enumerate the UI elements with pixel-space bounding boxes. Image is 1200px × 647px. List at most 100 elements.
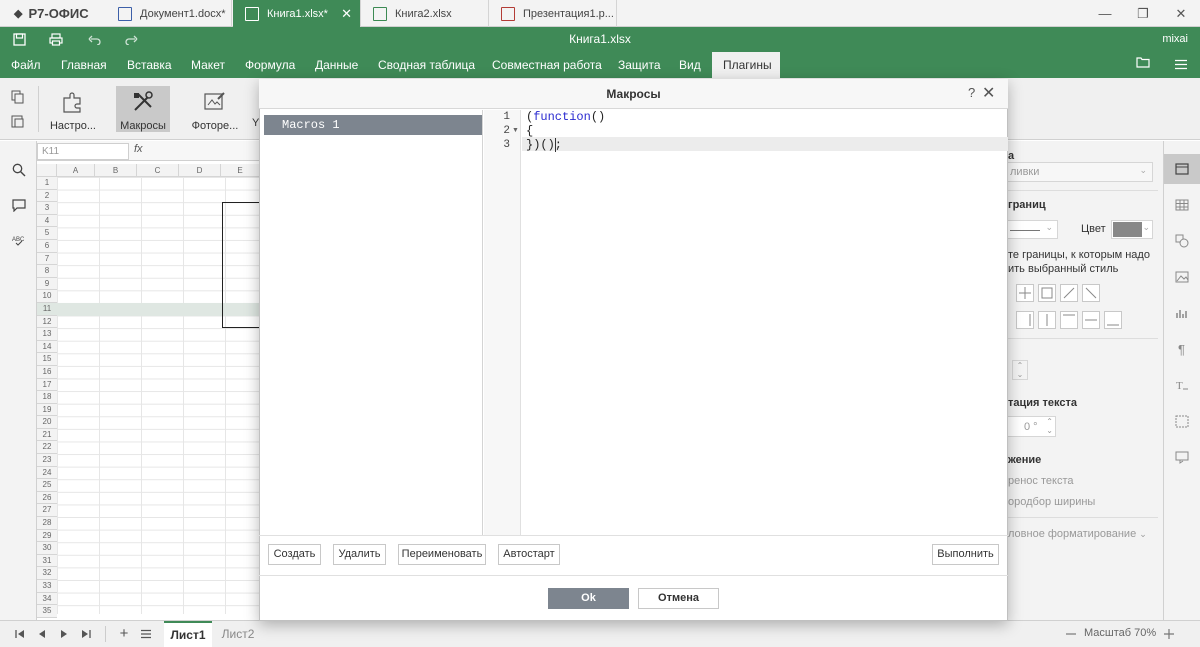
row-header[interactable]: 10 bbox=[37, 290, 57, 303]
row-header[interactable]: 28 bbox=[37, 517, 57, 530]
paragraph-icon[interactable]: ¶ bbox=[1163, 337, 1200, 361]
row-header[interactable]: 29 bbox=[37, 529, 57, 543]
menu-tab-pivot[interactable]: Сводная таблица bbox=[367, 52, 486, 78]
rotation-angle-input[interactable]: 0 ° ⌃ ⌄ bbox=[1008, 416, 1056, 437]
zoom-in-icon[interactable] bbox=[1160, 620, 1178, 647]
row-header[interactable]: 4 bbox=[37, 214, 57, 228]
wrap-text-checkbox[interactable]: ренос текста bbox=[1008, 475, 1073, 487]
shape-settings-icon[interactable] bbox=[1163, 229, 1200, 253]
autofit-checkbox[interactable]: ородбор ширины bbox=[1008, 496, 1095, 508]
row-header[interactable]: 8 bbox=[37, 265, 57, 278]
border-inner-horizontal-icon[interactable] bbox=[1082, 311, 1100, 329]
close-tab-icon[interactable]: ✕ bbox=[341, 6, 352, 22]
row-header[interactable]: 17 bbox=[37, 378, 57, 392]
row-header[interactable]: 31 bbox=[37, 554, 57, 568]
menu-tab-formula[interactable]: Формула bbox=[234, 52, 306, 78]
border-top-icon[interactable] bbox=[1060, 311, 1078, 329]
row-header[interactable]: 1 bbox=[37, 177, 57, 190]
row-header[interactable]: 9 bbox=[37, 277, 57, 291]
zoom-out-icon[interactable] bbox=[1062, 620, 1080, 647]
menu-tab-protection[interactable]: Защита bbox=[607, 52, 672, 78]
border-bottom-icon[interactable] bbox=[1104, 311, 1122, 329]
row-header[interactable]: 27 bbox=[37, 504, 57, 518]
menu-tab-view[interactable]: Вид bbox=[668, 52, 712, 78]
row-header[interactable]: 34 bbox=[37, 592, 57, 606]
macros-button[interactable]: Макросы bbox=[116, 86, 170, 132]
row-header[interactable]: 7 bbox=[37, 252, 57, 266]
row-header[interactable]: 11 bbox=[37, 302, 57, 316]
fold-arrow-icon[interactable]: ▼ bbox=[512, 127, 519, 134]
comments-icon[interactable] bbox=[0, 193, 37, 217]
menu-tab-home[interactable]: Главная bbox=[50, 52, 118, 78]
autostart-macro-button[interactable]: Автостарт bbox=[498, 544, 560, 565]
user-name[interactable]: mixai bbox=[1162, 27, 1188, 52]
previous-sheet-icon[interactable] bbox=[32, 620, 52, 647]
row-header[interactable]: 6 bbox=[37, 239, 57, 253]
doc-tab-presentation1[interactable]: Презентация1.р... bbox=[489, 0, 617, 27]
row-header[interactable]: 14 bbox=[37, 340, 57, 354]
border-style-select[interactable]: ⌄ bbox=[1008, 220, 1058, 239]
conditional-formatting-button[interactable]: ловное форматирование ⌄ bbox=[1008, 528, 1147, 540]
column-header[interactable]: D bbox=[179, 164, 221, 177]
photo-editor-button[interactable]: Фоторе... bbox=[184, 86, 246, 132]
border-diagonal-down-icon[interactable] bbox=[1082, 284, 1100, 302]
row-header[interactable]: 30 bbox=[37, 542, 57, 555]
border-color-picker[interactable]: ⌄ bbox=[1111, 220, 1153, 239]
spellcheck-icon[interactable]: ABC bbox=[0, 228, 37, 252]
insert-function-button[interactable]: fx bbox=[134, 143, 150, 160]
row-header[interactable]: 22 bbox=[37, 441, 57, 455]
copy-icon[interactable] bbox=[11, 90, 25, 107]
row-header[interactable]: 23 bbox=[37, 454, 57, 467]
row-header[interactable]: 13 bbox=[37, 328, 57, 341]
run-macro-button[interactable]: Выполнить bbox=[932, 544, 999, 565]
menu-tab-layout[interactable]: Макет bbox=[180, 52, 236, 78]
row-header[interactable]: 15 bbox=[37, 353, 57, 366]
row-header[interactable]: 2 bbox=[37, 189, 57, 203]
row-header[interactable]: 32 bbox=[37, 567, 57, 580]
image-settings-icon[interactable] bbox=[1163, 265, 1200, 289]
minimize-icon[interactable]: — bbox=[1086, 0, 1124, 27]
menu-tab-insert[interactable]: Вставка bbox=[116, 52, 183, 78]
menu-tab-file[interactable]: Файл bbox=[0, 52, 52, 78]
border-inner-icon[interactable] bbox=[1016, 284, 1034, 302]
code-editor[interactable] bbox=[522, 110, 1008, 535]
border-outer-icon[interactable] bbox=[1038, 284, 1056, 302]
add-sheet-icon[interactable]: + bbox=[114, 620, 134, 647]
fill-select[interactable]: ливки ⌄ bbox=[1008, 162, 1153, 182]
row-header[interactable]: 20 bbox=[37, 416, 57, 429]
delete-macro-button[interactable]: Удалить bbox=[333, 544, 386, 565]
indent-stepper[interactable]: ⌃ ⌄ bbox=[1012, 360, 1028, 380]
row-header[interactable]: 21 bbox=[37, 428, 57, 442]
rename-macro-button[interactable]: Переименовать bbox=[398, 544, 486, 565]
row-header[interactable]: 19 bbox=[37, 403, 57, 417]
menu-tab-plugins[interactable]: Плагины bbox=[712, 52, 780, 78]
signature-icon[interactable] bbox=[1163, 445, 1200, 469]
last-sheet-icon[interactable] bbox=[76, 620, 96, 647]
column-header[interactable]: C bbox=[137, 164, 179, 177]
row-header[interactable]: 12 bbox=[37, 315, 57, 329]
select-all-corner[interactable] bbox=[37, 164, 57, 177]
border-inner-vertical-icon[interactable] bbox=[1038, 311, 1056, 329]
doc-tab-document1[interactable]: Документ1.docx* bbox=[106, 0, 232, 27]
close-window-icon[interactable]: ✕ bbox=[1162, 0, 1200, 27]
cell-settings-icon[interactable] bbox=[1163, 157, 1200, 181]
text-art-icon[interactable]: T bbox=[1163, 373, 1200, 397]
restore-icon[interactable]: ❐ bbox=[1124, 0, 1162, 27]
row-header[interactable]: 18 bbox=[37, 391, 57, 404]
help-icon[interactable]: ? bbox=[968, 85, 975, 100]
sheet-tab-1[interactable]: Лист1 bbox=[164, 621, 212, 647]
doc-tab-kniga1[interactable]: Книга1.xlsx* ✕ bbox=[233, 0, 361, 27]
row-header[interactable]: 25 bbox=[37, 479, 57, 492]
table-settings-icon[interactable] bbox=[1163, 193, 1200, 217]
ok-button[interactable]: Ok bbox=[548, 588, 629, 609]
column-header[interactable]: E bbox=[221, 164, 260, 177]
cancel-button[interactable]: Отмена bbox=[638, 588, 719, 609]
menu-tab-data[interactable]: Данные bbox=[304, 52, 369, 78]
row-header[interactable]: 16 bbox=[37, 365, 57, 379]
pivot-settings-icon[interactable] bbox=[1163, 409, 1200, 433]
row-header[interactable]: 5 bbox=[37, 227, 57, 240]
row-header[interactable]: 33 bbox=[37, 580, 57, 593]
cell-reference-input[interactable]: K11 bbox=[37, 143, 129, 160]
close-dialog-icon[interactable]: ✕ bbox=[982, 83, 995, 103]
search-icon[interactable] bbox=[0, 158, 37, 182]
